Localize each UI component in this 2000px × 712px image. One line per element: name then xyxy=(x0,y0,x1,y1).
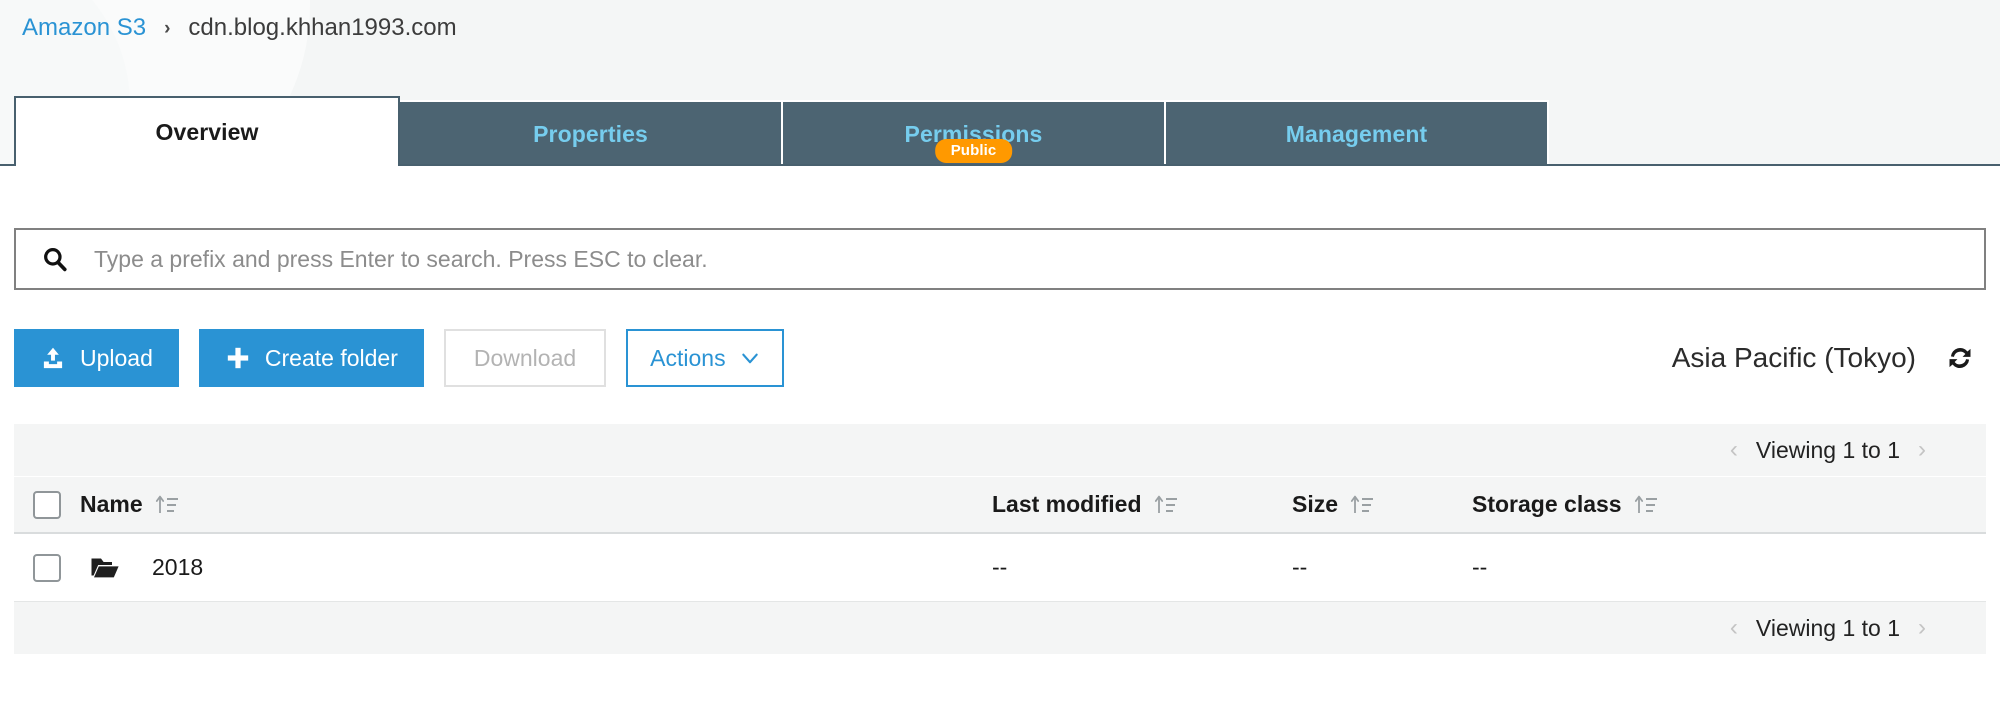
column-header-last-modified[interactable]: Last modified xyxy=(992,491,1292,518)
create-folder-button[interactable]: Create folder xyxy=(199,329,424,387)
pagination-next-button-bottom[interactable]: › xyxy=(1918,616,1926,640)
tab-overview-label: Overview xyxy=(155,119,258,146)
refresh-icon[interactable] xyxy=(1946,344,1974,372)
select-all-checkbox[interactable] xyxy=(33,491,61,519)
sort-ascending-icon xyxy=(1350,494,1376,516)
actions-dropdown-button[interactable]: Actions xyxy=(626,329,783,387)
pagination-prev-button-bottom[interactable]: ‹ xyxy=(1730,616,1738,640)
upload-button[interactable]: Upload xyxy=(14,329,179,387)
breadcrumb-current-bucket: cdn.blog.khhan1993.com xyxy=(188,14,456,42)
row-size-value: -- xyxy=(1292,554,1307,581)
breadcrumb-link-amazon-s3[interactable]: Amazon S3 xyxy=(22,14,146,42)
status-badge-public: Public xyxy=(935,139,1013,163)
row-name-label: 2018 xyxy=(152,554,203,581)
row-select-cell xyxy=(14,554,80,582)
objects-table: ‹ Viewing 1 to 1 › Name Last modified xyxy=(14,424,1986,654)
download-button-label: Download xyxy=(474,345,576,372)
column-header-name[interactable]: Name xyxy=(80,491,992,518)
column-header-storage-class[interactable]: Storage class xyxy=(1472,491,1832,518)
sort-ascending-icon xyxy=(1154,494,1180,516)
search-input[interactable] xyxy=(94,246,1794,273)
chevron-down-icon xyxy=(740,348,760,368)
s3-bucket-overview-page: Amazon S3 › cdn.blog.khhan1993.com Overv… xyxy=(0,0,2000,712)
row-cell-size: -- xyxy=(1292,554,1472,581)
sort-ascending-icon xyxy=(1634,494,1660,516)
folder-icon xyxy=(90,555,120,581)
create-folder-button-label: Create folder xyxy=(265,345,398,372)
column-header-last-modified-label: Last modified xyxy=(992,491,1142,518)
download-button[interactable]: Download xyxy=(444,329,606,387)
sort-ascending-icon xyxy=(155,494,181,516)
pagination-viewing-label: Viewing 1 to 1 xyxy=(1756,437,1900,464)
row-cell-name[interactable]: 2018 xyxy=(80,554,992,581)
column-header-storage-class-label: Storage class xyxy=(1472,491,1622,518)
tab-bar: Overview Properties Permissions Public M… xyxy=(14,88,1549,166)
breadcrumb-separator-icon: › xyxy=(146,19,188,38)
region-label: Asia Pacific (Tokyo) xyxy=(1672,342,1916,374)
tab-management[interactable]: Management xyxy=(1164,100,1549,166)
header-band: Amazon S3 › cdn.blog.khhan1993.com Overv… xyxy=(0,0,2000,166)
pagination-next-button[interactable]: › xyxy=(1918,438,1926,462)
pagination-top: ‹ Viewing 1 to 1 › xyxy=(14,424,1986,476)
plus-icon xyxy=(225,345,251,371)
row-checkbox[interactable] xyxy=(33,554,61,582)
column-header-size[interactable]: Size xyxy=(1292,491,1472,518)
row-cell-last-modified: -- xyxy=(992,554,1292,581)
toolbar: Upload Create folder Download Actions xyxy=(14,328,784,388)
table-row[interactable]: 2018 -- -- -- xyxy=(14,534,1986,602)
actions-button-label: Actions xyxy=(650,345,725,372)
region-indicator: Asia Pacific (Tokyo) xyxy=(1672,330,1974,386)
tab-overview[interactable]: Overview xyxy=(14,96,400,166)
column-header-size-label: Size xyxy=(1292,491,1338,518)
upload-icon xyxy=(40,345,66,371)
upload-button-label: Upload xyxy=(80,345,153,372)
row-last-modified-value: -- xyxy=(992,554,1007,581)
row-cell-storage-class: -- xyxy=(1472,554,1832,581)
row-storage-class-value: -- xyxy=(1472,554,1487,581)
search-icon xyxy=(42,246,68,272)
pagination-prev-button[interactable]: ‹ xyxy=(1730,438,1738,462)
tab-properties-label: Properties xyxy=(533,121,648,148)
tab-properties[interactable]: Properties xyxy=(398,100,783,166)
tab-management-label: Management xyxy=(1286,121,1428,148)
breadcrumb: Amazon S3 › cdn.blog.khhan1993.com xyxy=(22,8,457,48)
pagination-viewing-label-bottom: Viewing 1 to 1 xyxy=(1756,615,1900,642)
column-header-name-label: Name xyxy=(80,491,143,518)
select-all-cell xyxy=(14,491,80,519)
search-bar[interactable] xyxy=(14,228,1986,290)
table-header-row: Name Last modified xyxy=(14,476,1986,534)
tab-permissions[interactable]: Permissions Public xyxy=(781,100,1166,166)
pagination-bottom: ‹ Viewing 1 to 1 › xyxy=(14,602,1986,654)
